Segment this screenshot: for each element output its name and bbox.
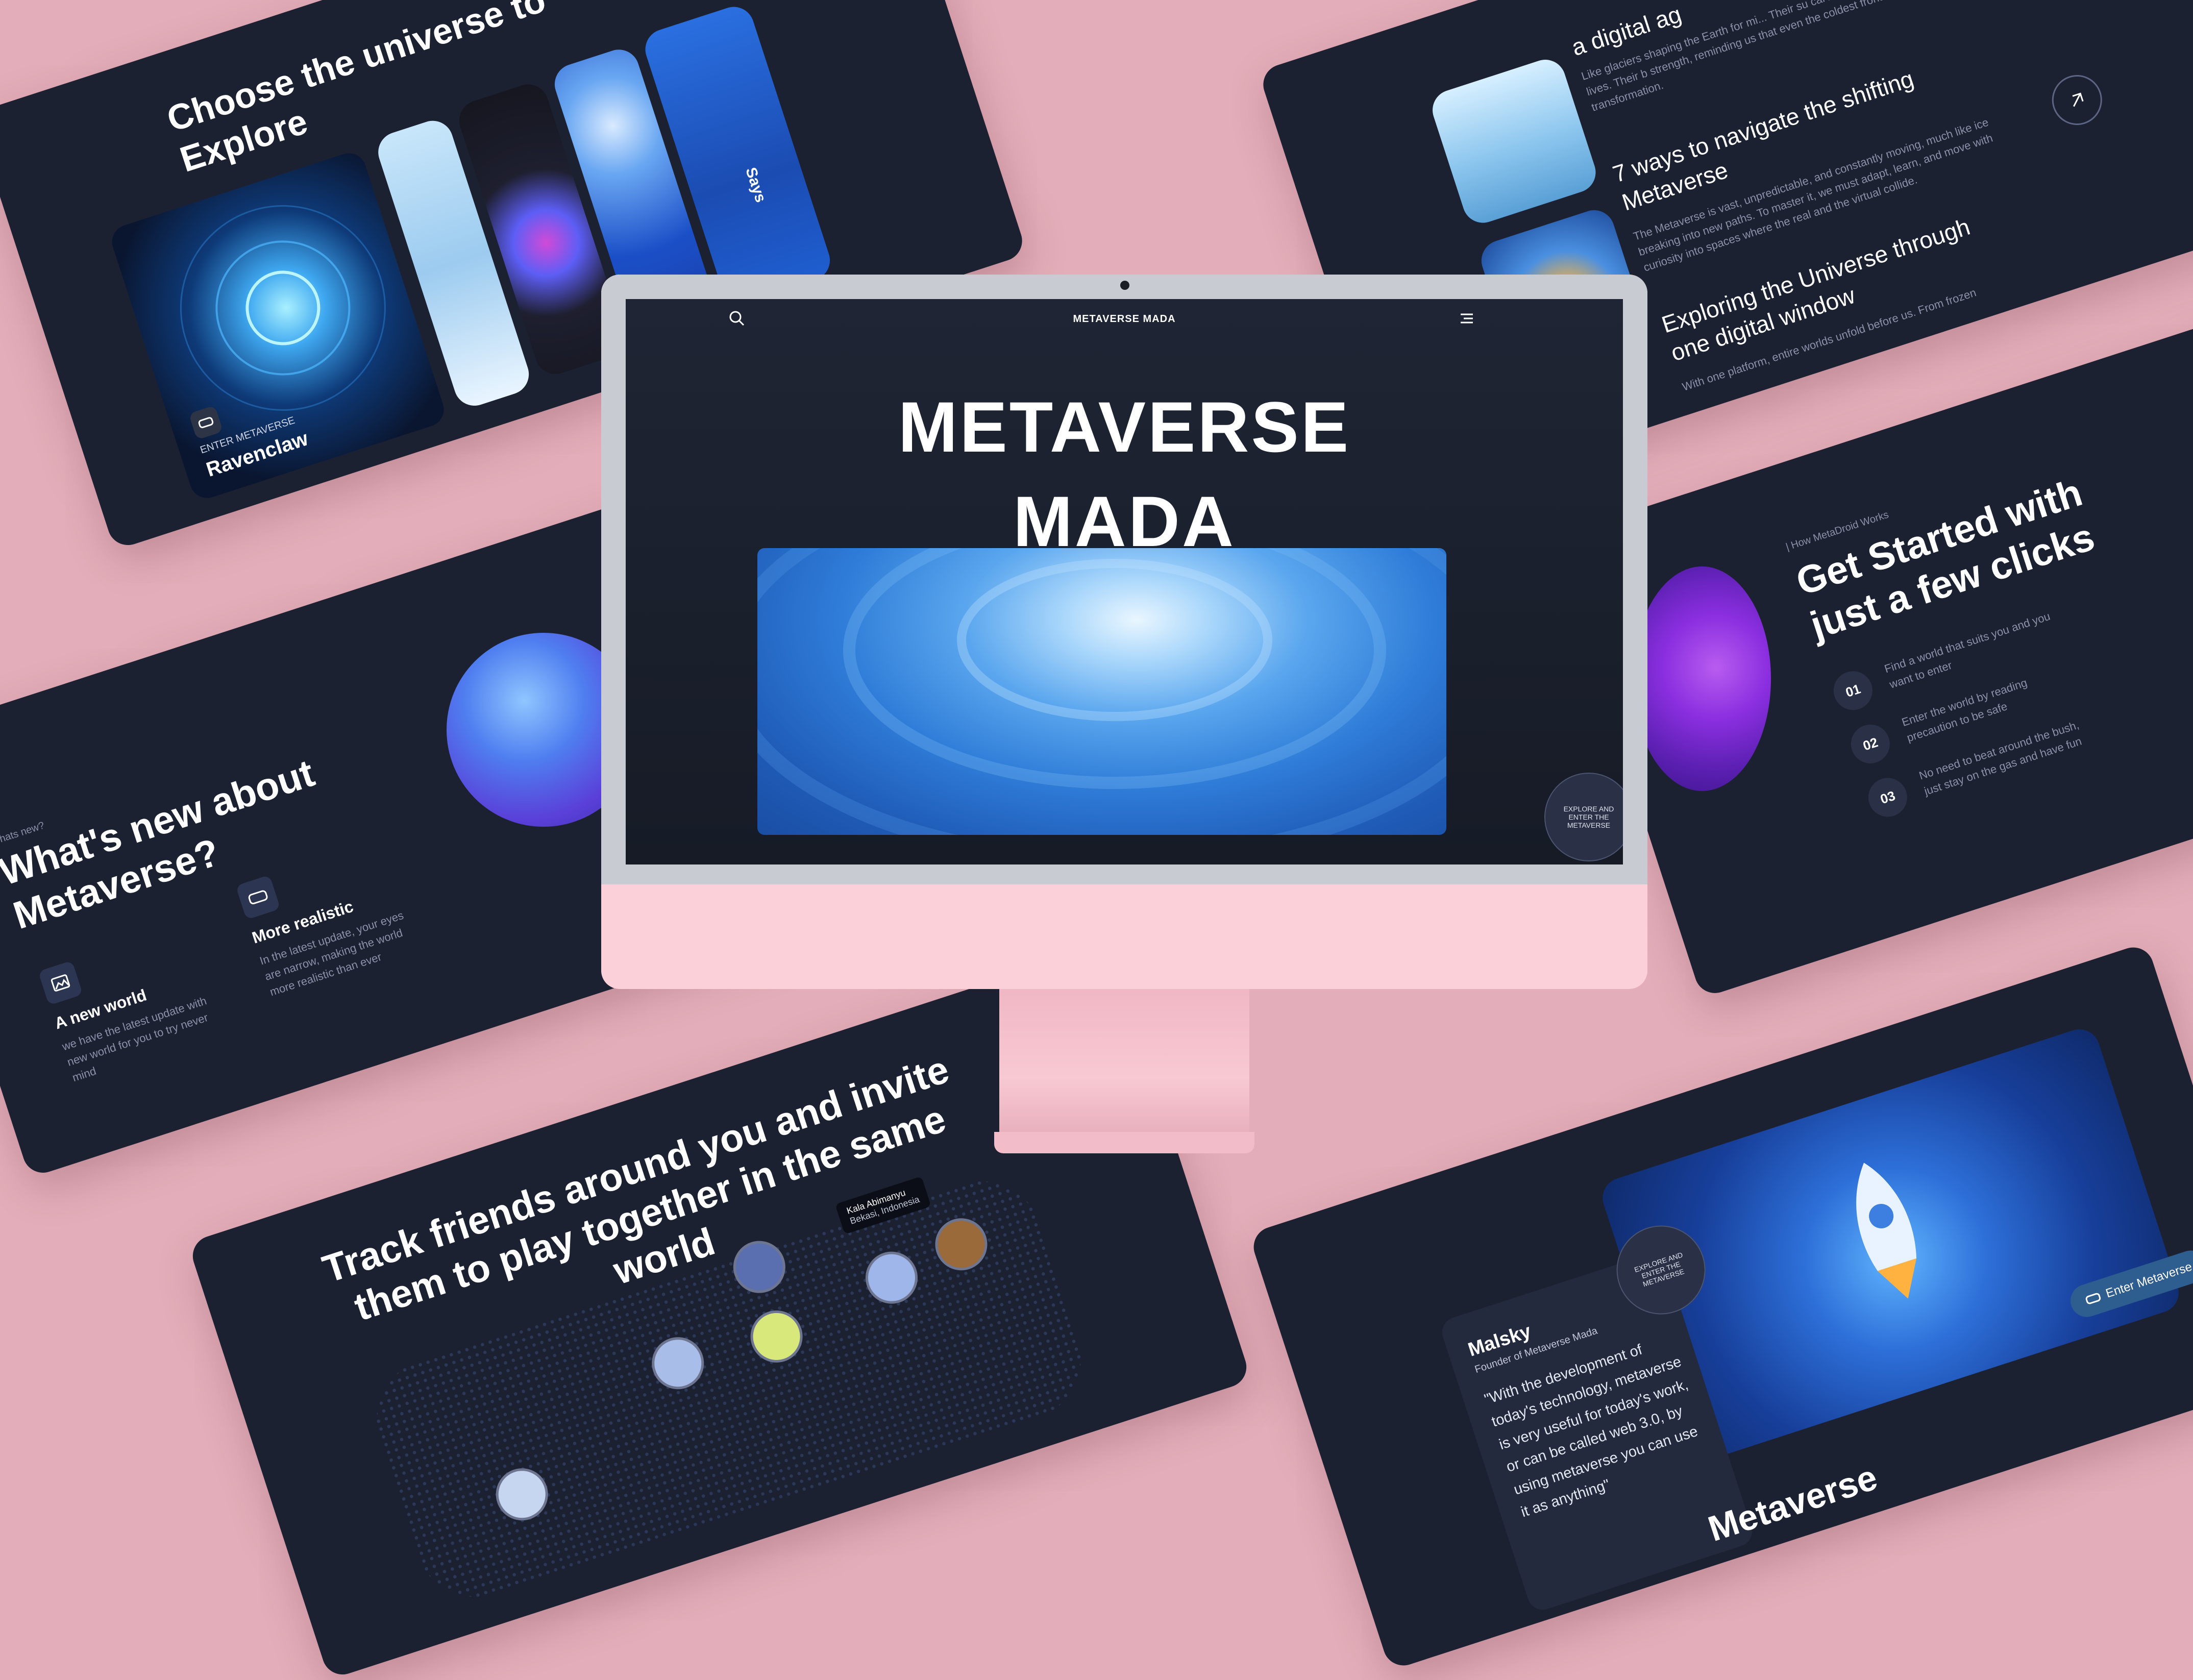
step-number-2: 02 <box>1845 719 1895 769</box>
arrow-up-right-icon <box>2072 92 2084 107</box>
hero-swirl-image <box>757 548 1446 835</box>
feature-vr-icon <box>235 875 281 920</box>
hero-title-line1: METAVERSE <box>898 387 1351 467</box>
monitor-stand <box>999 989 1249 1137</box>
whatsnew-title: What's new about Metaverse? <box>0 751 320 937</box>
monitor: METAVERSE MADA METAVERSE MADA EXPLORE AN… <box>601 275 1647 989</box>
purple-planet-image <box>1633 566 1771 791</box>
screen-explore-badge[interactable]: EXPLORE AND ENTER THE METAVERSE <box>1544 773 1623 861</box>
screen-menu-button[interactable] <box>1458 310 1476 327</box>
card-founder: Malsky Founder of Metaverse Mada "With t… <box>1248 942 2193 1671</box>
feature-world-icon <box>38 960 83 1006</box>
founder-explore-badge-text: EXPLORE AND ENTER THE METAVERSE <box>1633 1250 1686 1289</box>
steps-title: Get Started with just a few clicks <box>1791 471 2100 648</box>
vr-headset-icon <box>2085 1293 2101 1304</box>
menu-icon <box>1461 313 1473 324</box>
monitor-stand-foot <box>994 1132 1254 1153</box>
screen-explore-badge-text: EXPLORE AND ENTER THE METAVERSE <box>1563 805 1614 829</box>
blog-arrow-button-2[interactable] <box>2046 68 2109 132</box>
monitor-screen: METAVERSE MADA METAVERSE MADA EXPLORE AN… <box>626 299 1623 864</box>
swirl-rings <box>757 548 1446 835</box>
monitor-camera <box>1120 281 1129 290</box>
telescope-side-label: Says <box>742 165 770 205</box>
step-number-1: 01 <box>1828 666 1878 715</box>
blog-image-ice[interactable] <box>1427 54 1601 228</box>
step-number-3: 03 <box>1863 773 1912 822</box>
